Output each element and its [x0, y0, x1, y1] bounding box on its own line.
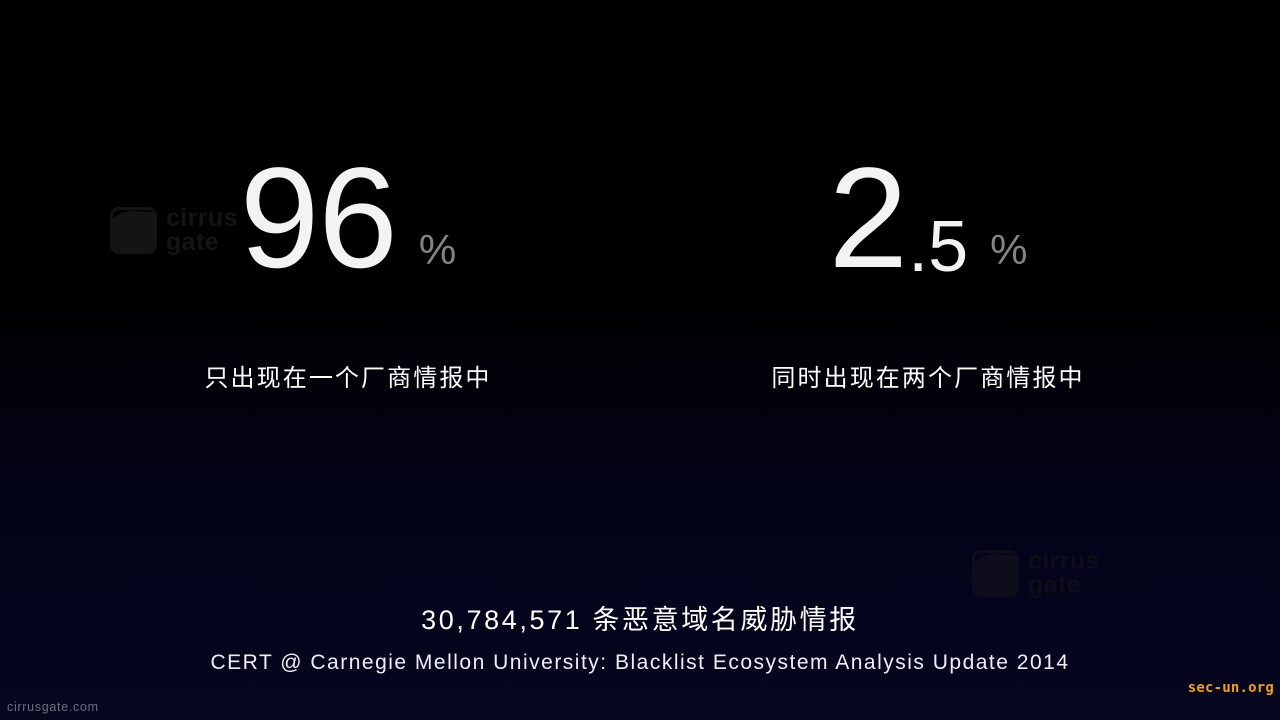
- cirrusgate-wordmark-line2: gate: [1028, 570, 1082, 599]
- corner-site-url: cirrusgate.com: [7, 700, 99, 714]
- cirrusgate-watermark-bottom: cirrus gate: [972, 547, 1100, 599]
- footer-headline: 30,784,571 条恶意域名威胁情报: [421, 605, 859, 635]
- cirrusgate-wordmark: cirrus gate: [1028, 547, 1100, 599]
- statistic-figure: 2 .5 %: [713, 139, 1143, 299]
- statistic-value: 96: [239, 139, 398, 299]
- footer-source-citation: CERT @ Carnegie Mellon University: Black…: [210, 650, 1070, 674]
- statistics-row: 96 % 只出现在一个厂商情报中 2 .5 % 同时出现在两个厂商情报中: [0, 0, 1280, 430]
- footer-block: 30,784,571 条恶意域名威胁情报 CERT @ Carnegie Mel…: [0, 600, 1280, 675]
- cirrusgate-wordmark-line1: cirrus: [1028, 547, 1100, 575]
- statistic-value-fraction: .5: [908, 206, 969, 287]
- statistic-figure: 96 %: [133, 139, 563, 299]
- statistic-caption: 只出现在一个厂商情报中: [204, 365, 492, 392]
- statistic-unit: %: [418, 226, 457, 273]
- statistic-value: 2: [828, 139, 909, 299]
- slide-canvas: cirrus gate cirrus gate 96 % 只出现在一个厂商情报中…: [0, 0, 1280, 720]
- statistic-unit: %: [990, 226, 1028, 273]
- corner-credit-url: sec-un.org: [1187, 680, 1274, 696]
- statistic-caption: 同时出现在两个厂商情报中: [771, 365, 1085, 392]
- cirrusgate-logo-mark-icon: [972, 550, 1019, 597]
